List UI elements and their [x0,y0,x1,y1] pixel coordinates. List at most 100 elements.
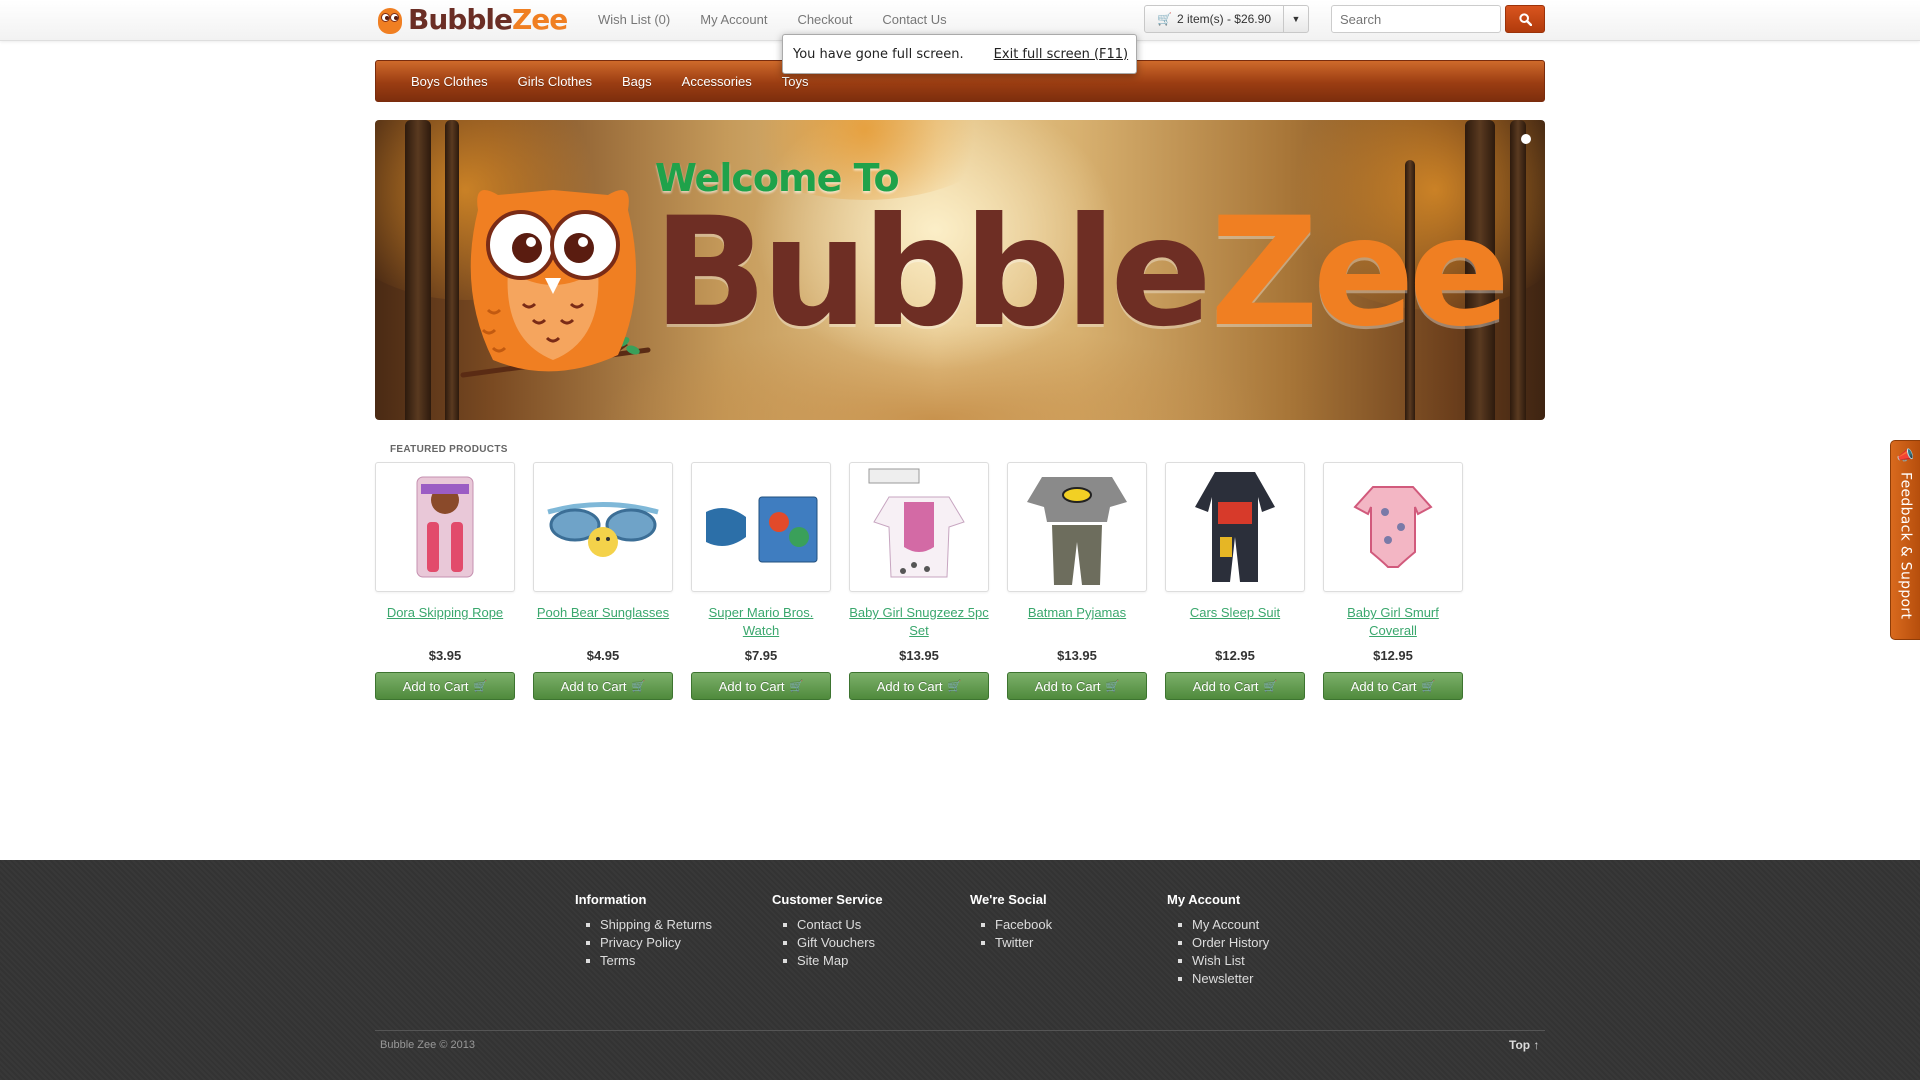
footer-link-privacy[interactable]: Privacy Policy [585,934,712,952]
footer-divider [375,1030,1545,1031]
my-account-link[interactable]: My Account [700,12,767,27]
footer-link-gift-vouchers[interactable]: Gift Vouchers [783,934,883,952]
feedback-support-tab[interactable]: 📣 Feedback & Support [1890,440,1920,640]
footer-link-terms[interactable]: Terms [585,952,712,970]
cart-icon: 🛒 [631,680,646,693]
product-image[interactable] [533,462,673,592]
footer-heading: Information [575,892,647,907]
product-image[interactable] [1323,462,1463,592]
product-name-link[interactable]: Dora Skipping Rope [375,604,515,646]
footer-link-wish-list[interactable]: Wish List [1177,952,1269,970]
product-name-link[interactable]: Pooh Bear Sunglasses [533,604,673,646]
footer-link-twitter[interactable]: Twitter [980,934,1052,952]
wishlist-link[interactable]: Wish List (0) [598,12,670,27]
product-image[interactable] [691,462,831,592]
cart-icon: 🛒 [1263,680,1278,693]
footer-column-my-account: My Account My Account Order History Wish… [1167,892,1269,988]
add-to-cart-button[interactable]: Add to Cart 🛒 [1165,672,1305,700]
footer-column-information: Information Shipping & Returns Privacy P… [575,892,712,970]
product-card: Cars Sleep Suit $12.95 Add to Cart 🛒 [1165,462,1305,700]
slider-dot[interactable] [1521,134,1531,144]
footer-heading: My Account [1167,892,1241,907]
search-button[interactable] [1505,5,1545,33]
featured-products-heading: FEATURED PRODUCTS [390,444,508,455]
featured-products-list: Dora Skipping Rope $3.95 Add to Cart 🛒 Po… [375,462,1481,700]
product-name-link[interactable]: Batman Pyjamas [1007,604,1147,646]
footer-link-site-map[interactable]: Site Map [783,952,883,970]
back-to-top-link[interactable]: Top ↑ [1509,1038,1539,1052]
product-image[interactable] [1165,462,1305,592]
megaphone-icon: 📣 [1896,447,1915,463]
cart-icon: 🛒 [947,680,962,693]
product-price: $12.95 [1373,648,1413,663]
banner-brand-bubble: Bubble [653,186,1212,360]
footer-column-customer-service: Customer Service Contact Us Gift Voucher… [772,892,883,970]
cart-icon: 🛒 [1105,680,1120,693]
cart-button[interactable]: 🛒 2 item(s) - $26.90 [1145,6,1284,32]
add-to-cart-button[interactable]: Add to Cart 🛒 [375,672,515,700]
logo-text-bubble: Bubble [408,3,513,36]
checkout-link[interactable]: Checkout [797,12,852,27]
product-name-link[interactable]: Super Mario Bros. Watch [691,604,831,646]
banner-brand-zee: Zee [1210,186,1510,360]
footer-link-shipping[interactable]: Shipping & Returns [585,916,712,934]
nav-item-accessories[interactable]: Accessories [682,74,752,89]
coverall-image [1353,486,1433,568]
nav-item-boys-clothes[interactable]: Boys Clothes [411,74,488,89]
product-card: Baby Girl Snugzeez 5pc Set $13.95 Add to… [849,462,989,700]
footer-link-newsletter[interactable]: Newsletter [1177,970,1269,988]
product-image[interactable] [1007,462,1147,592]
add-to-cart-button[interactable]: Add to Cart 🛒 [533,672,673,700]
add-to-cart-button[interactable]: Add to Cart 🛒 [1323,672,1463,700]
logo-text-zee: Zee [511,3,568,36]
footer-link-facebook[interactable]: Facebook [980,916,1052,934]
sleep-suit-image [1195,472,1275,582]
footer-link-order-history[interactable]: Order History [1177,934,1269,952]
product-card: Pooh Bear Sunglasses $4.95 Add to Cart 🛒 [533,462,673,700]
nav-item-toys[interactable]: Toys [782,74,809,89]
baby-set-image [868,468,965,578]
product-image[interactable] [849,462,989,592]
footer-heading: We're Social [970,892,1047,907]
contact-us-link[interactable]: Contact Us [882,12,946,27]
product-name-link[interactable]: Cars Sleep Suit [1165,604,1305,646]
footer: Information Shipping & Returns Privacy P… [0,860,1920,1080]
cart-icon: 🛒 [789,680,804,693]
nav-item-bags[interactable]: Bags [622,74,652,89]
chevron-down-icon[interactable]: ▼ [1284,6,1308,32]
footer-heading: Customer Service [772,892,883,907]
cart-icon: 🛒 [1157,12,1172,26]
footer-link-my-account[interactable]: My Account [1177,916,1269,934]
product-name-link[interactable]: Baby Girl Smurf Coverall [1323,604,1463,646]
fullscreen-notification: You have gone full screen. Exit full scr… [782,34,1137,74]
product-image[interactable] [375,462,515,592]
site-logo[interactable]: BubbleZee [376,3,568,37]
cart-icon: 🛒 [473,680,488,693]
product-price: $3.95 [428,648,462,663]
product-card: Batman Pyjamas $13.95 Add to Cart 🛒 [1007,462,1147,700]
product-card: Super Mario Bros. Watch $7.95 Add to Car… [691,462,831,700]
cart-dropdown[interactable]: 🛒 2 item(s) - $26.90 ▼ [1144,5,1309,33]
cart-icon: 🛒 [1421,680,1436,693]
product-card: Dora Skipping Rope $3.95 Add to Cart 🛒 [375,462,515,700]
product-name-link[interactable]: Baby Girl Snugzeez 5pc Set [849,604,989,646]
cart-summary: 2 item(s) - $26.90 [1176,12,1271,26]
product-price: $7.95 [744,648,778,663]
nav-item-girls-clothes[interactable]: Girls Clothes [518,74,592,89]
add-to-cart-button[interactable]: Add to Cart 🛒 [1007,672,1147,700]
watch-image [706,496,818,563]
feedback-label: Feedback & Support [1897,472,1914,620]
owl-logo-icon [376,5,404,35]
search-input[interactable] [1331,5,1501,33]
add-to-cart-button[interactable]: Add to Cart 🛒 [691,672,831,700]
footer-link-contact[interactable]: Contact Us [783,916,883,934]
skipping-rope-image [416,476,474,578]
product-price: $12.95 [1215,648,1255,663]
top-links: Wish List (0) My Account Checkout Contac… [598,12,977,27]
fullscreen-message: You have gone full screen. [793,46,964,62]
exit-fullscreen-link[interactable]: Exit full screen (F11) [994,47,1128,62]
owl-mascot-icon [460,190,651,378]
add-to-cart-button[interactable]: Add to Cart 🛒 [849,672,989,700]
hero-banner[interactable]: Welcome To Bubble Zee [375,120,1545,420]
product-price: $13.95 [899,648,939,663]
